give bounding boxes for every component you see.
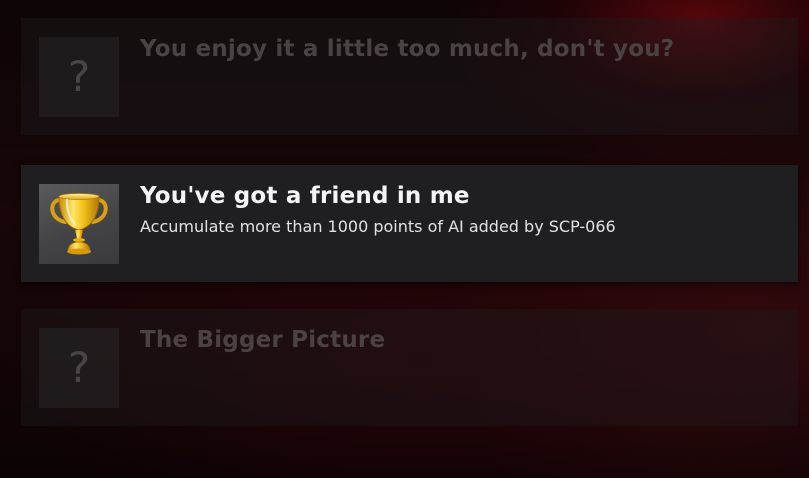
achievement-card-locked[interactable]: ? You enjoy it a little too much, don't … xyxy=(21,18,798,135)
achievement-card-locked[interactable]: ? The Bigger Picture xyxy=(21,309,798,426)
achievement-list: ? You enjoy it a little too much, don't … xyxy=(0,0,809,478)
achievement-thumbnail xyxy=(39,184,119,264)
achievement-description: Accumulate more than 1000 points of AI a… xyxy=(140,217,616,236)
question-mark-icon: ? xyxy=(67,52,91,101)
achievement-thumbnail: ? xyxy=(39,37,119,117)
achievement-card-unlocked[interactable]: You've got a friend in me Accumulate mor… xyxy=(21,165,798,282)
achievement-title: You enjoy it a little too much, don't yo… xyxy=(140,36,675,62)
question-mark-icon: ? xyxy=(67,343,91,392)
achievement-title: The Bigger Picture xyxy=(140,327,386,353)
gold-trophy-icon xyxy=(50,193,108,255)
achievement-thumbnail: ? xyxy=(39,328,119,408)
achievement-title: You've got a friend in me xyxy=(140,183,470,209)
